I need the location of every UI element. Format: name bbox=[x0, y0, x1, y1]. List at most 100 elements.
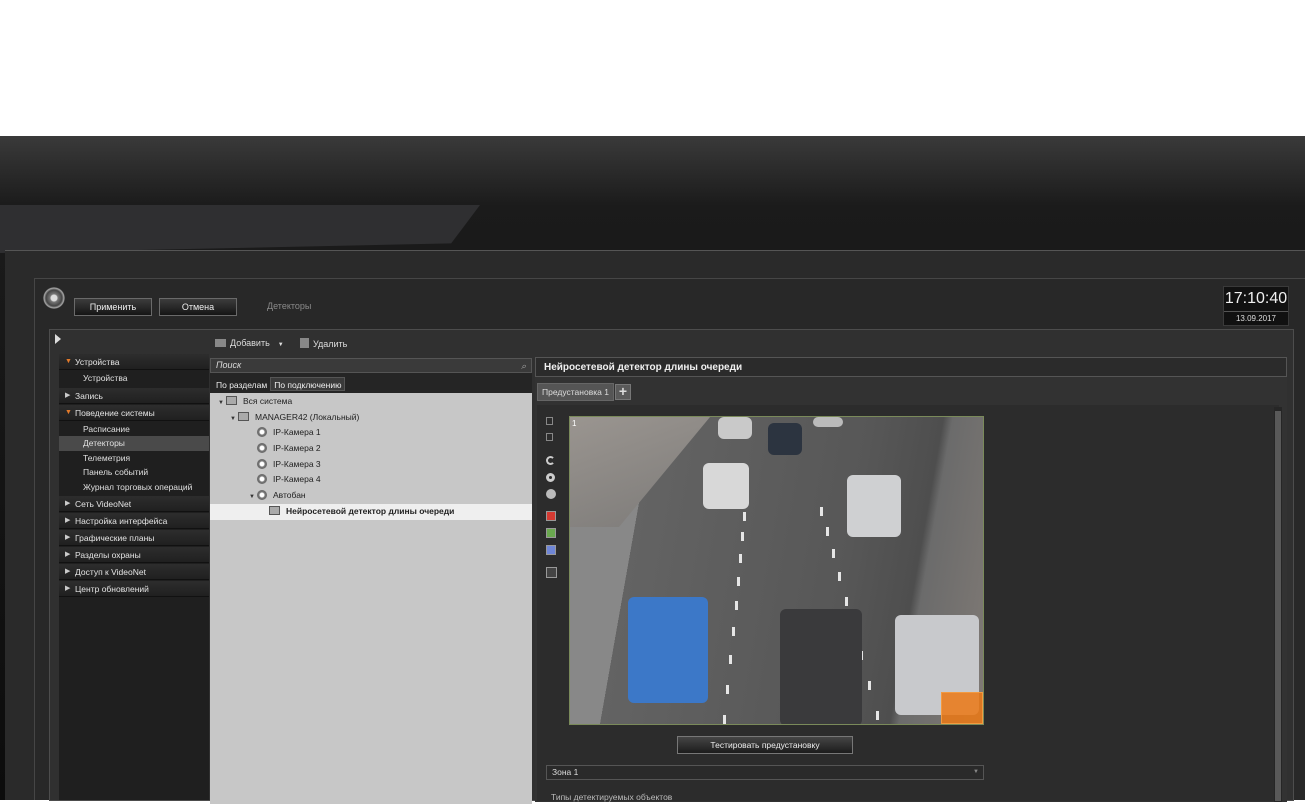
tree-list: ▼ Вся система ▼ MANAGER42 (Локальный) IP-Кам… bbox=[210, 393, 532, 520]
sidebar-section-label: Доступ к VideoNet bbox=[75, 567, 146, 577]
object-types-label: Типы детектируемых объектов bbox=[551, 792, 673, 802]
cancel-button[interactable]: Отмена bbox=[159, 298, 237, 316]
expand-right-icon: ▶ bbox=[65, 585, 71, 592]
detector-icon bbox=[269, 505, 280, 515]
add-icon bbox=[215, 339, 226, 347]
tree-node[interactable]: IP-Камера 4 bbox=[210, 472, 532, 488]
sidebar-section-label: Запись bbox=[75, 390, 103, 401]
search-icon[interactable]: ⌕ bbox=[521, 360, 526, 373]
detector-settings-panel: Нейросетевой детектор длины очереди Пред… bbox=[535, 357, 1287, 802]
breadcrumb: Детекторы bbox=[267, 301, 312, 311]
blue-color-icon[interactable] bbox=[546, 545, 556, 555]
car bbox=[813, 417, 843, 427]
car bbox=[768, 423, 802, 455]
sidebar-item[interactable]: Журнал торговых операций bbox=[59, 480, 209, 495]
tree-tab[interactable]: По подключению bbox=[270, 377, 346, 391]
delete-button[interactable]: Удалить bbox=[300, 338, 347, 349]
tree-tab[interactable]: По разделам bbox=[213, 378, 270, 392]
add-dropdown-icon[interactable]: ▼ bbox=[278, 342, 284, 348]
sidebar-item[interactable]: Расписание bbox=[59, 422, 209, 437]
sidebar-section[interactable]: ▶ Доступ к VideoNet bbox=[59, 564, 209, 580]
sidebar-section[interactable]: ▶ Разделы охраны bbox=[59, 547, 209, 563]
sidebar-section-label: Сеть VideoNet bbox=[75, 499, 132, 509]
system-icon bbox=[226, 396, 237, 405]
clock-time: 17:10:40 bbox=[1224, 290, 1288, 307]
detector-title: Нейросетевой детектор длины очереди bbox=[535, 357, 1287, 377]
sidebar-section-label: Настройка интерфейса bbox=[75, 516, 168, 526]
red-color-icon[interactable] bbox=[546, 511, 556, 521]
tree-node[interactable]: Нейросетевой детектор длины очереди bbox=[210, 503, 532, 520]
tree-node-label: Вся система bbox=[243, 396, 293, 406]
tree-node-label: MANAGER42 (Локальный) bbox=[255, 411, 360, 422]
tree-node-label: IP-Камера 3 bbox=[273, 458, 321, 469]
sidebar-section[interactable]: ▼ Поведение системы bbox=[59, 404, 209, 421]
test-preset-button[interactable]: Тестировать предустановку bbox=[677, 736, 853, 754]
trash-icon bbox=[300, 338, 309, 348]
tree-node-label: IP-Камера 4 bbox=[273, 474, 321, 485]
sidebar-section[interactable]: ▶ Настройка интерфейса bbox=[59, 513, 209, 529]
tree-node[interactable]: ▼ Вся система bbox=[210, 394, 532, 410]
clock-widget: 17:10:40 13.09.2017 bbox=[1223, 286, 1289, 326]
tree-node[interactable]: IP-Камера 1 bbox=[210, 425, 532, 441]
sidebar-section-label: Центр обновлений bbox=[75, 584, 149, 594]
sidebar-item[interactable]: Панель событий bbox=[59, 465, 209, 480]
car bbox=[703, 463, 749, 509]
chart-icon[interactable] bbox=[546, 567, 557, 578]
collapse-arrow-icon[interactable] bbox=[55, 334, 61, 344]
sidebar-section[interactable]: ▶ Сеть VideoNet bbox=[59, 496, 209, 512]
sidebar-section[interactable]: ▶ Запись bbox=[59, 387, 209, 404]
expand-down-icon: ▼ bbox=[65, 358, 72, 365]
car bbox=[780, 609, 862, 724]
zone-select[interactable]: Зона 1 ▼ bbox=[546, 765, 984, 780]
scrollbar[interactable] bbox=[1274, 407, 1282, 802]
camera-preview[interactable]: 1 bbox=[569, 416, 984, 725]
tree-node-label: IP-Камера 2 bbox=[273, 443, 321, 454]
sidebar-section-label: Графические планы bbox=[75, 533, 155, 543]
car bbox=[718, 417, 752, 439]
monitor-icon bbox=[238, 411, 249, 421]
settings-sidebar: ▼ Устройства Устройства ▶ Запись ▼ Поведение с… bbox=[59, 354, 209, 800]
detection-zone[interactable] bbox=[941, 692, 983, 724]
document-icon[interactable] bbox=[546, 433, 553, 441]
chevron-down-icon: ▼ bbox=[973, 769, 979, 775]
sidebar-section-label: Поведение системы bbox=[75, 407, 155, 418]
zone-select-value: Зона 1 bbox=[552, 767, 579, 777]
expand-right-icon: ▶ bbox=[65, 391, 71, 399]
tree-node-label: Автобан bbox=[273, 490, 306, 501]
scrollbar-thumb[interactable] bbox=[1275, 411, 1281, 801]
expand-right-icon: ▶ bbox=[65, 551, 71, 558]
tree-node[interactable]: ▼ MANAGER42 (Локальный) bbox=[210, 410, 532, 426]
sidebar-section[interactable]: ▶ Графические планы bbox=[59, 530, 209, 546]
green-color-icon[interactable] bbox=[546, 528, 556, 538]
preset-content: 1 Тестировать предустановку Зона 1 ▼ Тип… bbox=[537, 405, 1279, 802]
camera-icon bbox=[257, 474, 267, 485]
search-input[interactable]: Поиск ⌕ bbox=[210, 358, 532, 373]
add-button[interactable]: Добавить ▼ bbox=[215, 338, 284, 348]
tree-node[interactable]: IP-Камера 3 bbox=[210, 457, 532, 473]
delete-label: Удалить bbox=[313, 339, 348, 349]
tab-preset-1[interactable]: Предустановка 1 bbox=[537, 383, 614, 401]
car bbox=[628, 597, 708, 703]
circle-icon[interactable] bbox=[546, 473, 555, 482]
expand-right-icon: ▶ bbox=[65, 534, 71, 541]
sidebar-section[interactable]: ▼ Устройства bbox=[59, 354, 209, 370]
exclude-icon[interactable] bbox=[546, 489, 556, 499]
sidebar-section[interactable]: ▶ Центр обновлений bbox=[59, 581, 209, 597]
add-preset-button[interactable]: + bbox=[615, 384, 631, 400]
tree-node[interactable]: ▼ Автобан bbox=[210, 488, 532, 504]
tree-node[interactable]: IP-Камера 2 bbox=[210, 441, 532, 457]
page-icon[interactable] bbox=[546, 417, 553, 425]
main-panel: Добавить ▼ Удалить ▼ Устройства Устройства ▶… bbox=[49, 329, 1294, 804]
camera-icon bbox=[257, 443, 267, 454]
sidebar-item[interactable]: Детекторы bbox=[59, 436, 209, 451]
rotate-icon[interactable] bbox=[546, 456, 555, 465]
tree-node-label: Нейросетевой детектор длины очереди bbox=[286, 505, 455, 516]
search-placeholder: Поиск bbox=[216, 360, 242, 370]
sidebar-item[interactable]: Телеметрия bbox=[59, 451, 209, 466]
camera-icon bbox=[257, 490, 267, 501]
expand-right-icon: ▶ bbox=[65, 517, 71, 524]
apply-button[interactable]: Применить bbox=[74, 298, 152, 316]
camera-icon bbox=[257, 427, 267, 438]
sidebar-item[interactable]: Устройства bbox=[59, 371, 209, 386]
device-tree-panel: Поиск ⌕ По разделам По подключению ▼ Вся с… bbox=[210, 358, 532, 804]
